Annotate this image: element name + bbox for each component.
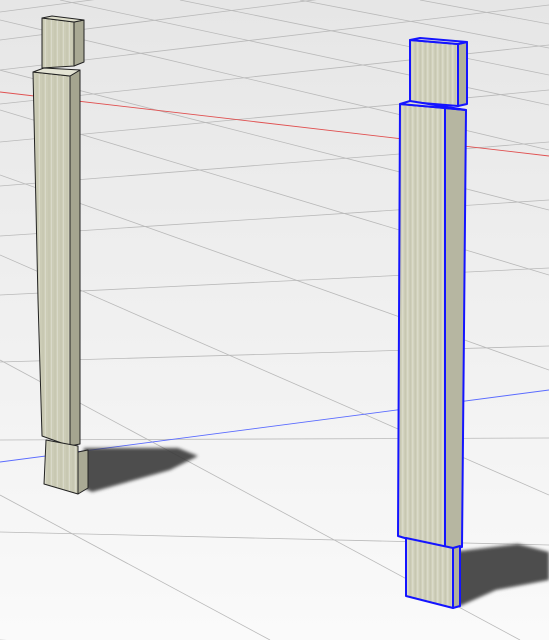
- right-post[interactable]: [397, 37, 468, 609]
- left-post-bottom-tenon-front: [43, 439, 79, 495]
- left-post-body-side: [69, 69, 81, 447]
- left-post[interactable]: [32, 15, 89, 495]
- left-post-bottom-tenon-side: [77, 449, 89, 495]
- viewport-canvas[interactable]: [0, 0, 549, 640]
- right-post-body-side: [444, 107, 467, 551]
- left-post-top-tenon-side: [73, 19, 85, 67]
- right-post-body-front: [397, 103, 446, 551]
- right-post-top-tenon-side: [457, 41, 468, 107]
- right-post-bottom-tenon-side: [452, 545, 461, 609]
- right-post-bottom-tenon-front: [405, 537, 454, 609]
- 3d-viewport[interactable]: [0, 0, 549, 640]
- right-post-top-tenon-front: [409, 39, 459, 107]
- left-post-top-tenon-front: [41, 17, 75, 69]
